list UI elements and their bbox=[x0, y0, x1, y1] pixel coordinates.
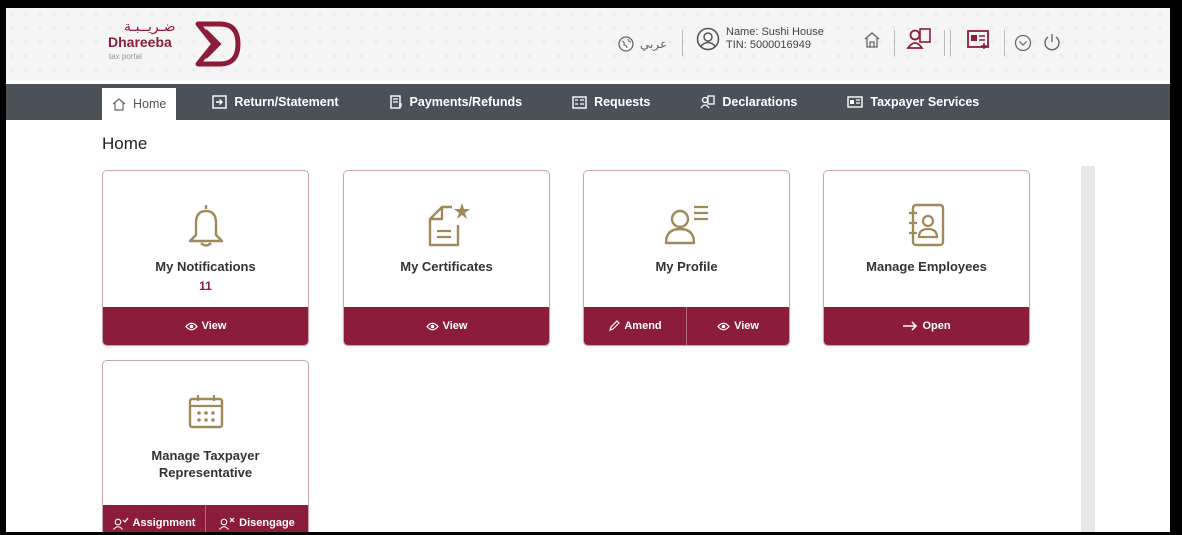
header-divider bbox=[894, 30, 895, 56]
header-divider bbox=[950, 30, 951, 56]
dhareeba-logo[interactable]: ضـريــبـة Dhareeba tax portal bbox=[106, 18, 256, 78]
user-tin: TIN: 5000016949 bbox=[726, 39, 812, 51]
card-my-certificates: My Certificates View bbox=[343, 170, 550, 346]
nav-return-statement[interactable]: Return/Statement bbox=[198, 84, 352, 120]
view-button[interactable]: View bbox=[686, 307, 789, 345]
action-label: Assignment bbox=[132, 517, 196, 529]
card-manage-taxpayer-representative: Manage Taxpayer Representative Assignmen… bbox=[102, 360, 309, 532]
card-title: Manage Employees bbox=[866, 259, 987, 274]
bell-icon bbox=[188, 205, 223, 247]
nav-label: Home bbox=[133, 97, 167, 111]
globe-icon bbox=[618, 36, 634, 52]
action-label: Disengage bbox=[239, 517, 295, 529]
card-title-line: Manage Taxpayer bbox=[151, 448, 260, 463]
return-icon bbox=[212, 95, 228, 109]
main-nav: Home Return/Statement Payments/Refunds R… bbox=[6, 84, 1170, 120]
switch-user-icon[interactable] bbox=[906, 26, 932, 52]
eye-icon bbox=[425, 322, 439, 330]
requests-icon bbox=[572, 95, 587, 109]
assignment-button[interactable]: Assignment bbox=[103, 505, 205, 532]
address-book-icon bbox=[908, 203, 944, 247]
taxpayer-card-icon[interactable] bbox=[966, 28, 992, 52]
nav-label: Return/Statement bbox=[234, 95, 339, 109]
nav-label: Requests bbox=[594, 95, 651, 109]
header-divider bbox=[944, 30, 945, 56]
payments-icon bbox=[389, 95, 402, 109]
brand-mark-icon bbox=[195, 21, 241, 67]
home-icon[interactable] bbox=[863, 30, 881, 50]
nav-declarations[interactable]: Declarations bbox=[686, 84, 811, 120]
user-check-icon bbox=[112, 517, 128, 530]
nav-label: Payments/Refunds bbox=[409, 95, 523, 109]
language-label: عربي bbox=[640, 37, 668, 51]
power-icon[interactable] bbox=[1042, 32, 1062, 52]
brand-tagline: tax portal bbox=[109, 52, 142, 61]
nav-home[interactable]: Home bbox=[102, 88, 177, 120]
brand-arabic: ضـريــبـة bbox=[124, 18, 176, 34]
calendar-icon bbox=[188, 395, 223, 429]
header-divider bbox=[1004, 30, 1005, 56]
action-label: View bbox=[442, 320, 468, 332]
card-manage-employees: Manage Employees Open bbox=[823, 170, 1030, 346]
amend-button[interactable]: Amend bbox=[584, 307, 686, 345]
language-switch[interactable]: عربي bbox=[618, 36, 667, 52]
card-my-notifications: My Notifications 11 View bbox=[102, 170, 309, 346]
card-title: My Notifications bbox=[155, 259, 256, 274]
nav-requests[interactable]: Requests bbox=[558, 84, 664, 120]
taxpayer-services-icon bbox=[847, 95, 864, 108]
card-my-profile: My Profile Amend View bbox=[583, 170, 790, 346]
nav-taxpayer-services[interactable]: Taxpayer Services bbox=[833, 84, 993, 120]
scrollbar[interactable] bbox=[1081, 166, 1095, 532]
page-title: Home bbox=[102, 134, 148, 153]
user-info[interactable]: Name: Sushi House TIN: 5000016949 bbox=[696, 26, 824, 52]
brand-name: Dhareeba bbox=[108, 34, 172, 50]
eye-icon bbox=[184, 322, 198, 330]
card-title: My Profile bbox=[655, 259, 718, 274]
eye-icon bbox=[717, 322, 730, 330]
chevron-down-circle-icon[interactable] bbox=[1014, 34, 1032, 52]
top-header: ضـريــبـة Dhareeba tax portal عربي Name:… bbox=[6, 8, 1170, 80]
view-button[interactable]: View bbox=[344, 307, 549, 345]
header-divider bbox=[682, 30, 683, 56]
arrow-right-icon bbox=[903, 321, 918, 331]
user-circle-icon bbox=[696, 27, 720, 51]
card-title: My Certificates bbox=[400, 259, 493, 274]
open-button[interactable]: Open bbox=[824, 307, 1029, 345]
nav-label: Declarations bbox=[722, 95, 798, 109]
user-name: Name: Sushi House bbox=[726, 26, 824, 38]
pencil-icon bbox=[609, 320, 621, 331]
nav-label: Taxpayer Services bbox=[870, 95, 980, 109]
profile-icon bbox=[664, 205, 708, 245]
home-icon bbox=[112, 98, 126, 111]
disengage-button[interactable]: Disengage bbox=[205, 505, 308, 532]
action-label: View bbox=[734, 320, 759, 332]
certificate-icon bbox=[428, 203, 470, 247]
card-title: Manage Taxpayer Representative bbox=[103, 447, 308, 481]
user-remove-icon bbox=[219, 517, 235, 530]
action-label: Open bbox=[922, 320, 951, 332]
card-title-line: Representative bbox=[158, 465, 253, 480]
declarations-icon bbox=[700, 95, 715, 109]
app-window: ضـريــبـة Dhareeba tax portal عربي Name:… bbox=[6, 8, 1170, 532]
view-button[interactable]: View bbox=[103, 307, 308, 345]
action-label: Amend bbox=[624, 320, 662, 332]
action-label: View bbox=[201, 320, 227, 332]
notification-count: 11 bbox=[199, 279, 212, 293]
nav-payments-refunds[interactable]: Payments/Refunds bbox=[375, 84, 537, 120]
